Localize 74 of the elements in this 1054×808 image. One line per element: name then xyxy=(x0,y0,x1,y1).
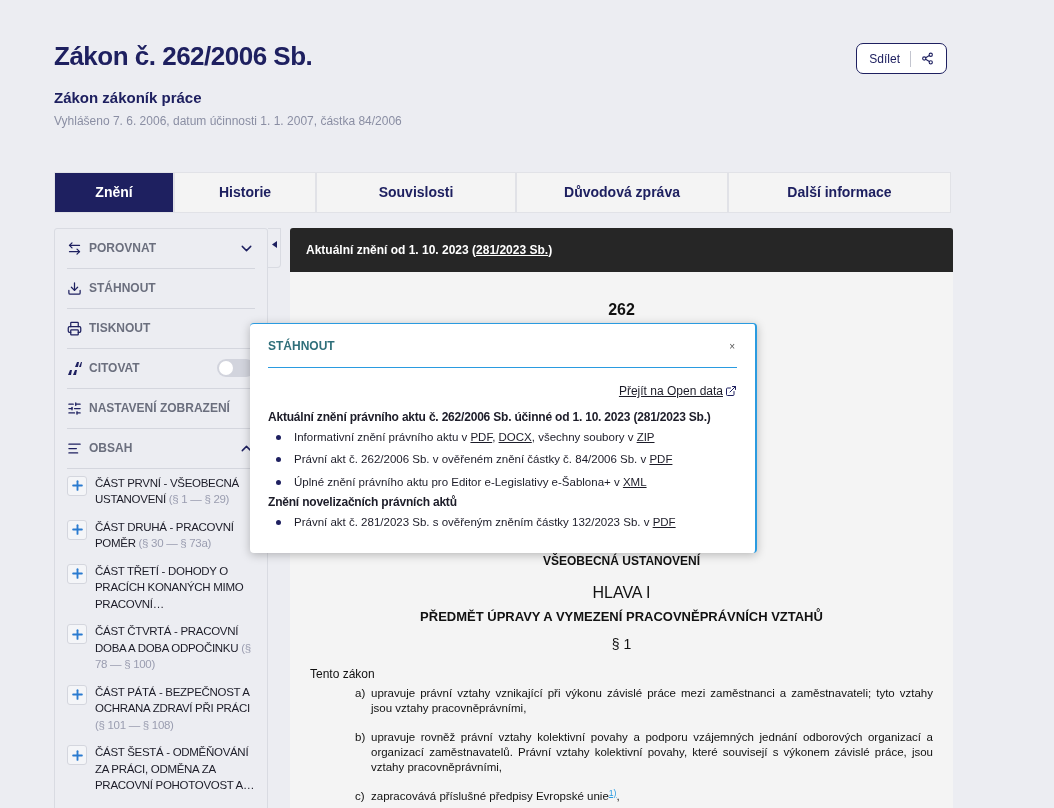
group-heading: Znění novelizačních právních aktů xyxy=(268,493,458,511)
version-text: Aktuální znění od 1. 10. 2023 (281/2023 Sb.) xyxy=(306,241,553,259)
group-heading: Aktuální znění právního aktu č. 262/2006 Sb. účinné od 1. 10. 2023 (281/2023 Sb.) xyxy=(268,409,712,426)
sidebar-action[interactable]: CITOVAT xyxy=(89,359,140,377)
part-name: VŠEOBECNÁ USTANOVENÍ xyxy=(541,552,702,570)
contents-item[interactable]: ČÁST TŘETÍ - DOHODY O PRACÍCH KONANÝCH MIMO PRACOVNÍ… xyxy=(95,562,255,612)
expand-button[interactable] xyxy=(67,519,87,540)
page-subtitle: Zákon zákoník práce xyxy=(54,88,203,108)
download-option: Informativní znění právního aktu v PDF, DOCX, všechny soubory v ZIP xyxy=(294,429,655,447)
sidebar-action[interactable]: OBSAH xyxy=(89,439,133,457)
bullet-icon xyxy=(276,457,281,463)
download-link[interactable]: DOCX xyxy=(498,431,532,443)
tab[interactable]: Další informace xyxy=(728,171,951,213)
quote-icon xyxy=(67,361,82,375)
expand-button[interactable] xyxy=(67,475,87,496)
printer-icon xyxy=(67,320,82,336)
download-link[interactable]: PDF xyxy=(470,431,493,443)
page-title: Zákon č. 262/2006 Sb. xyxy=(54,40,313,72)
sidebar-collapse-handle[interactable] xyxy=(268,227,281,268)
expand-button[interactable] xyxy=(67,624,87,644)
bullet-icon xyxy=(276,479,281,485)
download-icon xyxy=(67,280,82,296)
point-text: upravuje právní vztahy vznikající při výkonu závislé práce mezi zaměstnanci a zaměstnavateli; tyto vztahy jsou vztahy pracovněprávními, xyxy=(371,686,933,716)
sidebar-action[interactable]: TISKNOUT xyxy=(89,319,151,337)
point-marker: a) xyxy=(355,686,367,701)
point-text: upravuje rovněž právní vztahy kolektivní povahy a podporu vzájemných jednání odborových organizací a organizací zaměstnavatelů. Právní vztahy kolektivní povahy, které souvisejí s výkonem závislé práce, jsou vztahy pracovněprávními, xyxy=(371,730,933,775)
popup-title: STÁHNOUT xyxy=(268,337,335,355)
sidebar-action[interactable]: NASTAVENÍ ZOBRAZENÍ xyxy=(89,399,230,417)
download-link[interactable]: ZIP xyxy=(636,431,655,443)
plus-icon xyxy=(69,478,85,493)
tab[interactable]: Znění xyxy=(54,171,174,213)
section-number: § 1 xyxy=(610,635,633,654)
expand-button[interactable] xyxy=(67,563,87,584)
share-icon xyxy=(921,52,934,65)
contents-item[interactable]: ČÁST PÁTÁ - BEZPEČNOST A OCHRANA ZDRAVÍ PŘI PRÁCI (§ 101 — § 108) xyxy=(95,683,255,733)
act-number: 262 xyxy=(607,299,636,320)
sliders-icon xyxy=(67,400,82,416)
intro-text: Tento zákon xyxy=(310,666,376,683)
tab[interactable]: Důvodová zpráva xyxy=(516,171,728,213)
publication-info: Vyhlášeno 7. 6. 2006, datum účinnosti 1. 1. 2007, částka 84/2006 xyxy=(54,112,403,130)
tab[interactable]: Historie xyxy=(174,171,316,213)
point-marker: b) xyxy=(355,730,367,745)
download-option: Právní akt č. 262/2006 Sb. v ověřeném znění částky č. 84/2006 Sb. v PDF xyxy=(294,451,673,469)
point-text: zapracovává příslušné předpisy Evropské unie$^{1)}$, xyxy=(371,789,620,804)
expand-button[interactable] xyxy=(67,684,87,705)
close-button[interactable]: × xyxy=(729,338,735,354)
chapter-number: HLAVA I xyxy=(591,582,652,603)
download-option: Právní akt č. 281/2023 Sb. s ověřeným zněním částky 132/2023 Sb. v PDF xyxy=(294,513,676,531)
open-data-link[interactable]: Přejít na Open data xyxy=(618,382,737,400)
amendment-link[interactable]: 281/2023 Sb. xyxy=(476,242,549,257)
plus-icon xyxy=(69,747,85,763)
download-link[interactable]: PDF xyxy=(652,515,676,528)
plus-icon xyxy=(69,522,85,537)
contents-item[interactable]: ČÁST ŠESTÁ - ODMĚŇOVÁNÍ ZA PRÁCI, ODMĚNA ZA PRACOVNÍ POHOTOVOST A… xyxy=(95,744,255,794)
tab[interactable]: Souvislosti xyxy=(316,171,516,213)
plus-icon xyxy=(69,687,85,702)
share-button[interactable]: Sdílet xyxy=(856,43,947,74)
bullet-icon xyxy=(276,519,281,525)
expand-button[interactable] xyxy=(67,745,87,765)
caret-left-icon xyxy=(271,240,277,248)
chapter-title: PŘEDMĚT ÚPRAVY A VYMEZENÍ PRACOVNĚPRÁVNÍCH VZTAHŮ xyxy=(419,607,824,626)
download-option: Úplné znění právního aktu pro Editor e-Legislativy e-Šablona+ v XML xyxy=(294,473,647,491)
contents-item[interactable]: ČÁST ČTVRTÁ - PRACOVNÍ DOBA A DOBA ODPOČINKU (§ 78 — § 100) xyxy=(95,623,255,673)
plus-icon xyxy=(69,626,85,642)
sidebar-action[interactable]: STÁHNOUT xyxy=(89,279,156,297)
sidebar-action[interactable]: POROVNAT xyxy=(89,239,157,257)
external-link-icon xyxy=(725,385,737,397)
download-link[interactable]: XML xyxy=(622,475,647,488)
bullet-icon xyxy=(276,435,281,441)
list-icon xyxy=(67,440,82,456)
plus-icon xyxy=(69,566,85,581)
point-marker: c) xyxy=(355,789,366,804)
compare-arrows-icon xyxy=(67,240,82,256)
download-link[interactable]: PDF xyxy=(649,453,673,466)
